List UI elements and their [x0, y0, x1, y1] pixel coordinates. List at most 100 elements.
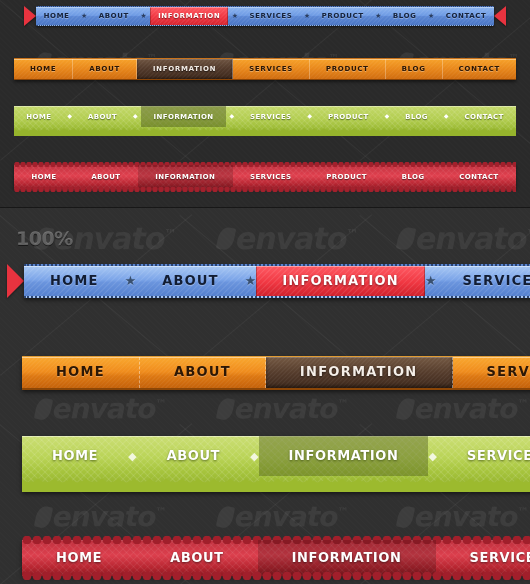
nav-item-label: INFORMATION: [291, 550, 402, 566]
nav-item-about[interactable]: ABOUT: [74, 165, 138, 189]
nav-item-home[interactable]: HOME: [36, 7, 77, 25]
nav-item-about[interactable]: ABOUT: [76, 106, 130, 127]
nav-item-contact[interactable]: CONTACT: [438, 7, 494, 25]
nav-item-label: ABOUT: [173, 365, 231, 380]
nav-item-about[interactable]: ABOUT: [137, 436, 250, 476]
nav-item-about[interactable]: ABOUT: [140, 357, 266, 388]
nav-item-information[interactable]: INFORMATION: [266, 357, 453, 388]
nav-item-services[interactable]: SERVICES: [238, 106, 304, 127]
nav-item-label: BLOG: [401, 65, 426, 73]
nav-separator-diamond-icon: ◆: [250, 450, 259, 463]
nav-separator-star-icon: ★: [124, 273, 137, 288]
ribbon-tail-left-icon: [7, 264, 24, 298]
nav-item-about[interactable]: ABOUT: [136, 266, 244, 296]
nav-item-services[interactable]: SERVICES: [453, 357, 530, 388]
nav-separator-diamond-icon: ◆: [128, 450, 137, 463]
nav-list: HOME ABOUT INFORMATION SERVICES PRODUCT …: [14, 58, 516, 80]
navbar-blue-small: HOME ★ ABOUT ★ INFORMATION ★ SERVICES ★ …: [24, 6, 506, 26]
ribbon-tail-right-icon: [494, 6, 506, 26]
nav-item-label: HOME: [56, 365, 105, 380]
nav-item-information[interactable]: INFORMATION: [257, 540, 436, 576]
nav-item-label: PRODUCT: [327, 112, 369, 121]
nav-item-information[interactable]: INFORMATION: [136, 59, 234, 79]
nav-item-information[interactable]: INFORMATION: [258, 436, 429, 476]
nav-item-label: HOME: [26, 112, 52, 121]
nav-item-services[interactable]: SERVICES: [242, 7, 300, 25]
nav-item-label: SERVICES: [249, 12, 293, 20]
nav-item-blog[interactable]: BLOG: [393, 106, 440, 127]
nav-item-services[interactable]: SERVICES: [233, 59, 310, 79]
navbar-green-large: HOME ◆ ABOUT ◆ INFORMATION ◆ SERVICES ◆: [22, 436, 530, 492]
nav-item-information[interactable]: INFORMATION: [256, 266, 424, 296]
nav-separator-diamond-icon: ◆: [384, 114, 390, 120]
navbar-orange-small: HOME ABOUT INFORMATION SERVICES PRODUCT …: [14, 58, 516, 80]
nav-separator-star-icon: ★: [244, 273, 257, 288]
wave-edge: [22, 476, 530, 492]
nav-separator-diamond-icon: ◆: [443, 114, 449, 120]
nav-separator-star-icon: ★: [303, 13, 311, 20]
nav-item-label: ABOUT: [89, 65, 120, 73]
nav-item-label: CONTACT: [445, 12, 487, 20]
nav-item-label: INFORMATION: [152, 65, 217, 73]
nav-item-contact[interactable]: CONTACT: [443, 59, 516, 79]
navbar-red-large: HOME ABOUT INFORMATION SERVICES: [22, 536, 530, 580]
nav-item-information[interactable]: INFORMATION: [150, 7, 228, 25]
nav-item-label: HOME: [50, 273, 99, 289]
nav-list: HOME ABOUT INFORMATION SERVICES: [22, 536, 530, 580]
envato-leaf-icon: [215, 504, 235, 529]
nav-item-label: HOME: [56, 550, 103, 566]
nav-item-label: INFORMATION: [282, 273, 399, 289]
nav-item-home[interactable]: HOME: [22, 436, 128, 476]
nav-item-contact[interactable]: CONTACT: [452, 106, 516, 127]
nav-separator-star-icon: ★: [81, 13, 88, 20]
nav-list: HOME ★ ABOUT ★ INFORMATION ★ SERVICES ★: [24, 264, 530, 298]
envato-leaf-icon: [33, 504, 53, 529]
nav-item-services[interactable]: SERVICES: [437, 436, 530, 476]
nav-item-about[interactable]: ABOUT: [73, 59, 137, 79]
nav-item-blog[interactable]: BLOG: [385, 7, 424, 25]
nav-list: HOME ◆ ABOUT ◆ INFORMATION ◆ SERVICES ◆: [22, 436, 530, 492]
navbar-orange-large: HOME ABOUT INFORMATION SERVICES: [22, 356, 530, 390]
nav-item-label: SERVICES: [469, 550, 530, 566]
nav-item-blog[interactable]: BLOG: [386, 59, 443, 79]
nav-item-product[interactable]: PRODUCT: [309, 165, 384, 189]
nav-item-label: INFORMATION: [153, 112, 214, 121]
watermark-envato: envato™: [395, 222, 530, 257]
nav-item-label: SERVICES: [486, 365, 530, 380]
nav-item-about[interactable]: ABOUT: [136, 540, 257, 576]
nav-item-contact[interactable]: CONTACT: [442, 165, 516, 189]
nav-item-label: SERVICES: [250, 173, 292, 181]
nav-item-label: CONTACT: [464, 112, 504, 121]
nav-separator-star-icon: ★: [140, 13, 147, 20]
nav-list: HOME ABOUT INFORMATION SERVICES PRODUCT …: [14, 162, 516, 192]
scallop-edge-bottom: [14, 187, 516, 192]
nav-item-label: SERVICES: [462, 273, 530, 289]
envato-leaf-icon: [395, 504, 415, 529]
watermark-envato: envato™: [395, 500, 529, 533]
nav-item-label: HOME: [43, 12, 70, 20]
navbar-red-small: HOME ABOUT INFORMATION SERVICES PRODUCT …: [14, 162, 516, 192]
nav-item-services[interactable]: SERVICES: [233, 165, 309, 189]
nav-item-home[interactable]: HOME: [14, 165, 74, 189]
nav-item-blog[interactable]: BLOG: [384, 165, 442, 189]
nav-item-information[interactable]: INFORMATION: [137, 165, 233, 189]
nav-item-label: SERVICES: [466, 448, 530, 464]
nav-item-product[interactable]: PRODUCT: [310, 59, 386, 79]
nav-item-home[interactable]: HOME: [14, 59, 74, 79]
nav-item-information[interactable]: INFORMATION: [141, 106, 226, 127]
nav-item-about[interactable]: ABOUT: [91, 7, 136, 25]
preview-canvas: envato™ envato™ envato™ envato™ envato™ …: [0, 0, 530, 584]
nav-item-home[interactable]: HOME: [24, 266, 125, 296]
nav-separator-diamond-icon: ◆: [229, 114, 235, 120]
nav-item-home[interactable]: HOME: [22, 540, 136, 576]
nav-separator-star-icon: ★: [375, 13, 382, 20]
nav-item-product[interactable]: PRODUCT: [316, 106, 381, 127]
nav-item-services[interactable]: SERVICES: [436, 266, 530, 296]
nav-item-label: ABOUT: [98, 12, 129, 20]
watermark-envato: envato™: [395, 392, 529, 425]
nav-item-home[interactable]: HOME: [22, 357, 140, 388]
nav-item-label: ABOUT: [91, 173, 121, 181]
nav-item-home[interactable]: HOME: [14, 106, 64, 127]
nav-item-product[interactable]: PRODUCT: [314, 7, 371, 25]
nav-item-services[interactable]: SERVICES: [436, 540, 530, 576]
